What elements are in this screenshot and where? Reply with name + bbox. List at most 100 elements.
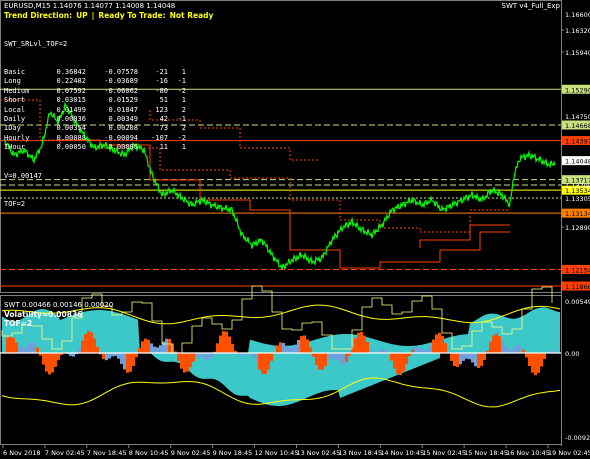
indicator-row: Medium 0.07592 -0.06062 -80 -2 [4,87,186,96]
indicator-cell: 2 [181,124,186,133]
swt-bar [282,343,285,353]
swt-bar [195,353,198,358]
swt-bar [495,333,498,353]
swt-bar [186,353,189,372]
indicator-cell: Short [4,96,26,105]
chart-title: EURUSD,M15 1.14076 1.14077 1.14008 1.140… [4,2,176,10]
indicator-cell: -0.00094 [104,133,138,142]
swt-bar [93,338,96,353]
swt-bar [318,353,321,370]
indicator-cell: IDay [4,124,21,133]
indicator-cell: 0.03015 [56,96,86,105]
swt-bar [42,353,45,365]
volatility-label: Volatility=0.00836 [4,310,83,319]
swt-bar [165,338,168,353]
swt-bar [207,353,210,361]
swt-bar [264,353,267,375]
swt-bar [36,347,39,353]
swt-bar [261,353,264,374]
indicator-info-block: SWT_SRLvl_TOF=2 Basic 0.36842 -0.07578 -21 1… [4,21,186,219]
swt-bar [84,334,87,353]
swt-bar [453,353,456,367]
swt-bar [15,342,18,353]
indicator-cell: 0.36842 [56,68,86,77]
indicator-cell: -0.07578 [104,68,138,77]
tof-value: TOF=2 [4,199,26,208]
status-separator: | [91,11,95,20]
swt-bar [477,353,480,369]
swt-bar [489,341,492,353]
price-axis: 1.16320 1.15940 1.15290 1.14668 1.14397 1.140… [561,11,590,291]
swt-bar [450,353,453,361]
indicator-cell: -1 [177,115,186,124]
swt-bar [105,353,108,361]
price-label: 1.13134 [565,210,590,218]
price-label: 1.12890 [565,224,590,232]
expert-advisor-label[interactable]: SWT v4_Full_Exp [502,2,560,10]
swt-bar [399,353,402,376]
indicator-cell: -80 [155,86,168,95]
price-label: 1.14668 [565,122,590,130]
price-label: 1.12154 [565,266,590,274]
indicator-row: Hourly 0.00088 -0.00094 -107 -2 [4,134,186,143]
swt-bar [534,353,537,376]
swt-bar [504,346,507,353]
time-label: 6 Nov 2018 [3,449,41,457]
swt-bar [201,353,204,358]
time-label: 12 Nov 10:45 [255,449,299,457]
swt-bar [285,345,288,353]
indicator-cell: Local [4,105,26,114]
swt-bar [129,353,132,372]
swt-bar [12,337,15,353]
swt-bar [255,353,258,363]
swt-bar [222,331,225,353]
indicator-cell: 51 [159,96,168,105]
indicator-name: SWT_SRLvl_TOF=2 [4,39,68,48]
swt-bar [183,353,186,373]
indicator-cell: 0.22482 [56,77,86,86]
swt-bar [270,353,273,362]
indicator-cell: -107 [151,133,168,142]
swt-bar [474,353,477,367]
price-label: 1.15290 [565,86,590,94]
indicator-cell: Medium [4,86,30,95]
swt-bar [333,353,336,359]
swt-bar [396,353,399,374]
indicator-cell: 0.01529 [108,96,138,105]
swt-bar [144,338,147,353]
swt-bar [192,353,195,362]
swt-bar [78,348,81,353]
swt-bar [483,353,486,360]
indicator-cell: 73 [159,124,168,133]
swt-bar [45,353,48,372]
swt-bar [204,353,207,360]
swt-bar [24,346,27,353]
swt-bar [393,353,396,369]
swt-bar [405,353,408,365]
swt-bar [339,353,342,364]
swt-bar [402,353,405,372]
indicator-cell: 2 [181,105,186,114]
time-label: 9 Nov 18:45 [213,449,253,457]
swt-bar [537,353,540,373]
indicator-cell: -2 [177,86,186,95]
time-label: 13 Nov 18:45 [338,449,382,457]
swt-bar [492,335,495,353]
swt-bar [465,353,468,359]
price-label: 1.13700 [565,182,590,190]
swt-bar [123,353,126,370]
price-label: 1.14750 [565,113,590,121]
swt-bar [27,344,30,353]
swt-bar [54,353,57,367]
swt-bar [33,342,36,353]
indicator-cell: 0.00349 [108,115,138,124]
swt-bar [180,353,183,369]
time-label: 13 Nov 02:45 [296,449,340,457]
swt-bar [279,342,282,353]
swt-bar [168,338,171,353]
swt-bar [294,344,297,353]
swt-bar [87,330,90,353]
swt-bar [225,331,228,353]
swt-bar [6,337,9,353]
swt-bar [18,346,21,353]
